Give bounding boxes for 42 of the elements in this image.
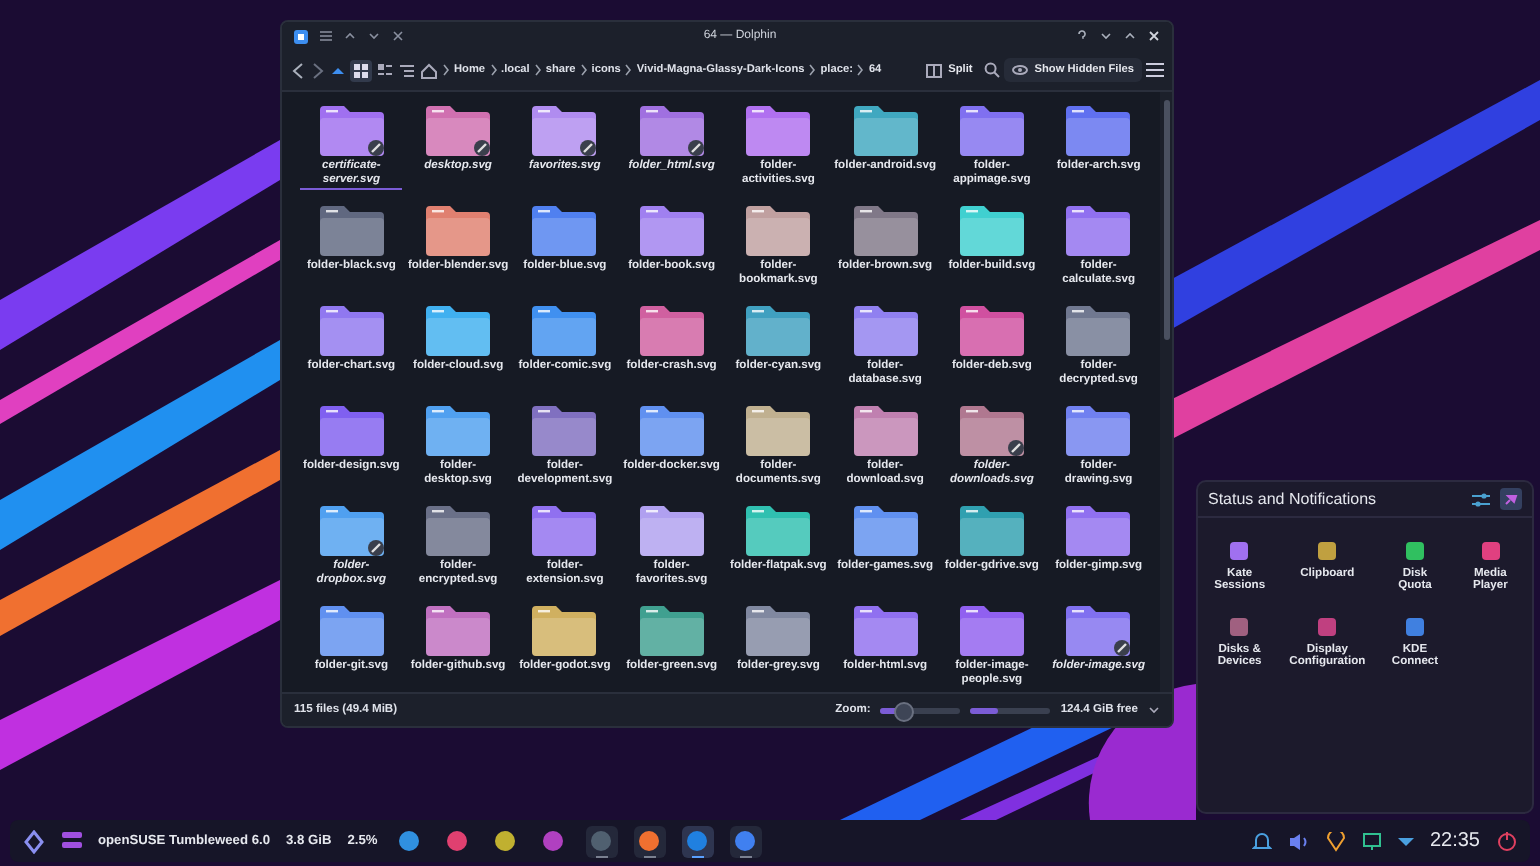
panel-title: Status and Notifications — [1208, 490, 1377, 508]
minimize-icon[interactable] — [1099, 30, 1112, 42]
eye-icon — [1012, 64, 1029, 76]
forward-icon[interactable] — [310, 61, 326, 79]
chevron-right-icon — [442, 62, 450, 78]
menu-icon[interactable] — [1146, 62, 1164, 78]
chevron-down-icon[interactable] — [368, 30, 380, 42]
chevron-right-icon — [624, 62, 633, 78]
clock[interactable]: 22:35 — [1429, 830, 1480, 852]
chevron-right-icon — [579, 62, 588, 78]
expand-arrow-icon[interactable] — [1397, 835, 1414, 847]
volume-icon[interactable] — [1287, 831, 1310, 851]
close-icon[interactable] — [1147, 30, 1160, 42]
search-icon[interactable] — [984, 62, 1001, 78]
x-icon[interactable] — [392, 30, 404, 42]
help-icon[interactable] — [1075, 30, 1088, 42]
taskbar-app[interactable] — [729, 825, 762, 857]
settings-icon[interactable] — [1472, 491, 1490, 507]
split-view-icon — [926, 63, 943, 77]
taskbar-app[interactable] — [633, 825, 666, 857]
disk-space-bar — [970, 707, 1051, 713]
list-icon[interactable] — [62, 830, 82, 852]
launcher-icon[interactable] — [22, 829, 46, 853]
chevron-down-icon[interactable] — [1148, 704, 1160, 716]
chevron-up-icon[interactable] — [344, 30, 356, 42]
bell-icon[interactable] — [1251, 831, 1272, 851]
pin-icon[interactable] — [1500, 488, 1522, 510]
chevron-right-icon — [808, 62, 817, 78]
icons-view-button[interactable] — [350, 59, 372, 81]
details-view-icon[interactable] — [398, 61, 416, 79]
power-icon[interactable] — [1496, 830, 1518, 852]
app-icon — [294, 29, 308, 43]
maximize-icon[interactable] — [1123, 30, 1136, 42]
network-icon[interactable] — [1361, 831, 1382, 851]
chevron-right-icon — [489, 62, 498, 78]
home-icon[interactable] — [420, 61, 438, 79]
chevron-right-icon — [856, 62, 865, 78]
compact-view-icon[interactable] — [376, 61, 394, 79]
back-icon[interactable] — [290, 61, 306, 79]
scrollbar[interactable] — [1160, 92, 1172, 692]
taskbar-app[interactable] — [681, 825, 714, 857]
chevron-right-icon — [533, 62, 542, 78]
